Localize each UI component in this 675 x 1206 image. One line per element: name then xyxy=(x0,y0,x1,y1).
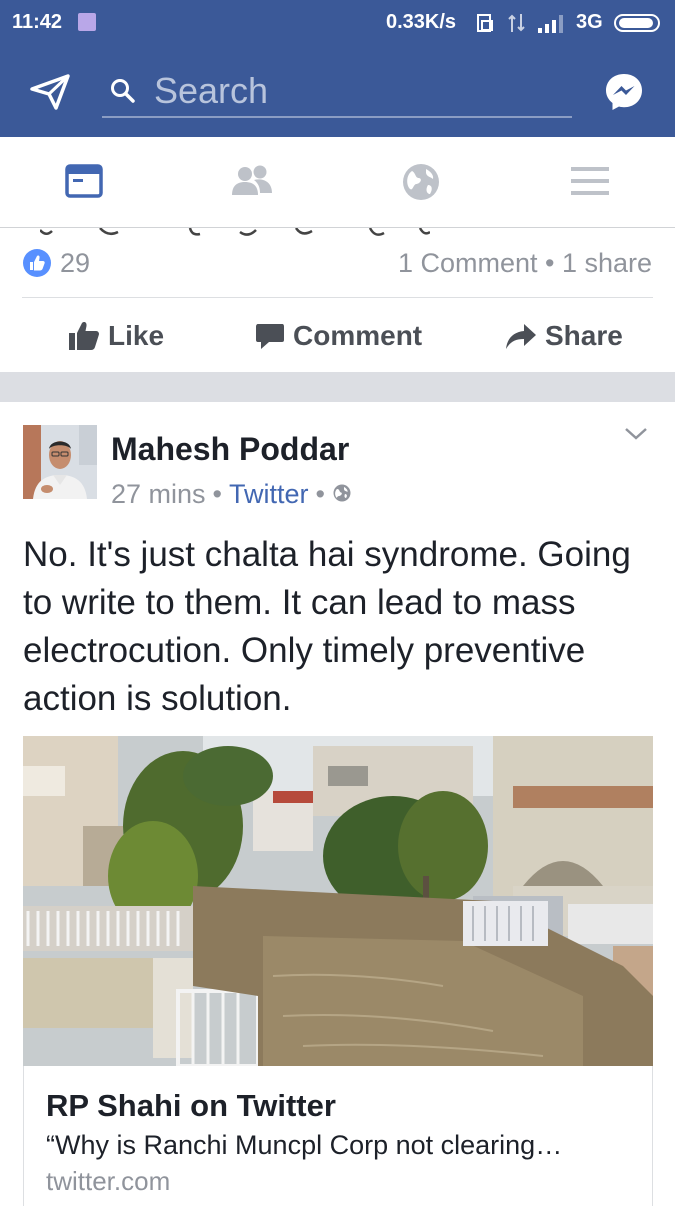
comment-label: Comment xyxy=(293,320,423,351)
link-description: “Why is Ranchi Muncpl Corp not clearing… xyxy=(46,1130,563,1160)
share-button[interactable]: Share xyxy=(505,316,623,356)
notification-icon xyxy=(78,13,96,31)
like-button[interactable]: Like xyxy=(68,316,164,356)
comment-button[interactable]: Comment xyxy=(255,316,422,356)
messenger-icon[interactable] xyxy=(604,72,644,117)
tab-globe-icon[interactable] xyxy=(400,161,450,203)
avatar[interactable] xyxy=(23,425,97,499)
search-box[interactable] xyxy=(102,66,572,118)
comment-bubble-icon xyxy=(256,324,284,349)
meta-separator-2: • xyxy=(315,479,325,509)
link-title[interactable]: RP Shahi on Twitter xyxy=(46,1088,336,1124)
previous-post-footer: 29 1 Comment • 1 share Like Comment Shar… xyxy=(0,228,675,372)
like-reaction-icon xyxy=(23,249,51,277)
feed-separator xyxy=(0,372,675,402)
link-preview-image[interactable] xyxy=(23,736,653,1066)
feed-post: Mahesh Poddar 27 mins • Twitter • No. It… xyxy=(0,402,675,1206)
network-type: 3G xyxy=(576,11,603,33)
chevron-down-icon[interactable] xyxy=(624,426,648,447)
share-arrow-icon xyxy=(506,324,536,349)
signal-icon xyxy=(536,12,568,40)
tab-friends-icon[interactable] xyxy=(230,161,280,203)
link-preview-card[interactable]: RP Shahi on Twitter “Why is Ranchi Muncp… xyxy=(23,1066,653,1206)
like-count[interactable]: 29 xyxy=(60,248,90,279)
post-author[interactable]: Mahesh Poddar xyxy=(111,431,349,468)
meta-separator: • xyxy=(212,479,222,509)
like-label: Like xyxy=(108,320,165,351)
network-speed: 0.33K/s xyxy=(386,11,457,33)
screen-rotate-icon xyxy=(474,12,496,40)
tab-news-feed-icon[interactable] xyxy=(64,161,114,203)
tab-bar xyxy=(0,137,675,228)
post-time[interactable]: 27 mins xyxy=(111,479,206,510)
search-icon xyxy=(110,78,136,109)
top-bar xyxy=(0,46,675,137)
post-source[interactable]: Twitter xyxy=(229,479,309,510)
thumbs-up-icon xyxy=(69,322,100,350)
tab-menu-icon[interactable] xyxy=(570,161,620,203)
search-input[interactable] xyxy=(152,68,556,114)
truncated-text-fragment xyxy=(40,228,430,236)
data-arrows-icon xyxy=(506,12,528,40)
send-icon[interactable] xyxy=(30,74,70,115)
post-text: No. It's just chalta hai syndrome. Going… xyxy=(23,535,631,718)
public-globe-icon xyxy=(332,479,352,510)
status-bar: 11:42 0.33K/s 3G xyxy=(0,0,675,46)
share-label: Share xyxy=(545,320,623,351)
comment-share-stats[interactable]: 1 Comment • 1 share xyxy=(398,248,652,279)
post-meta: 27 mins • Twitter • xyxy=(111,479,352,510)
divider xyxy=(22,297,653,298)
link-domain: twitter.com xyxy=(46,1166,171,1196)
battery-icon xyxy=(614,14,660,32)
status-time: 11:42 xyxy=(12,11,63,33)
